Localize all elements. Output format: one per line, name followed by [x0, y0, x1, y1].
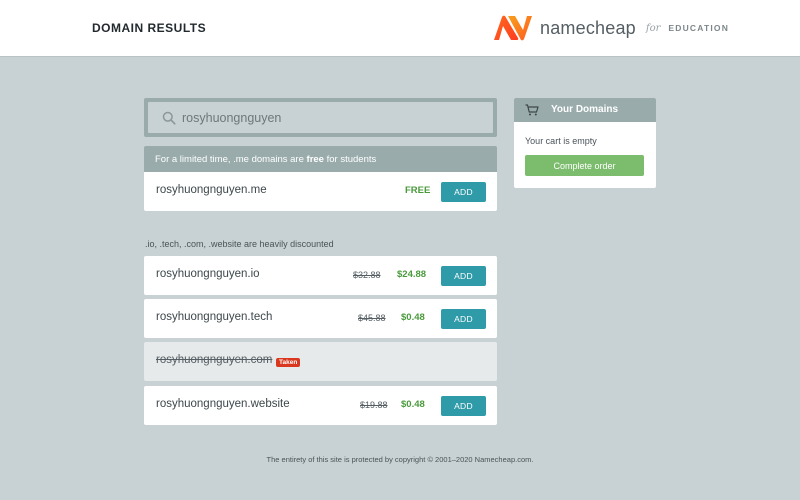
domain-name: rosyhuongnguyen.tech — [156, 311, 273, 323]
cart-panel: Your Domains Your cart is empty Complete… — [514, 98, 656, 188]
cart-title: Your Domains — [551, 104, 619, 115]
promo-text-suffix: for students — [323, 154, 377, 165]
domain-new-price: $24.88 — [397, 269, 427, 280]
brand-name: namecheap — [540, 17, 636, 38]
footer-copyright: The entirety of this site is protected b… — [266, 455, 534, 464]
domain-old-price: $45.88 — [358, 313, 386, 323]
add-domain-button[interactable]: ADD — [441, 266, 486, 286]
complete-order-button[interactable]: Complete order — [525, 155, 644, 176]
domain-name: rosyhuongnguyen.website — [156, 398, 290, 410]
promo-text-prefix: For a limited time, .me domains are — [155, 154, 307, 165]
domain-row-website: rosyhuongnguyen.website $19.88 $0.48 ADD — [144, 386, 497, 425]
domain-new-price: $0.48 — [401, 399, 425, 410]
search-box — [144, 98, 497, 137]
domain-row-io: rosyhuongnguyen.io $32.88 $24.88 ADD — [144, 256, 497, 295]
brand-education: EDUCATION — [668, 23, 730, 33]
search-icon — [162, 111, 176, 125]
add-domain-button[interactable]: ADD — [441, 182, 486, 202]
domain-old-price: $32.88 — [353, 270, 381, 280]
domain-new-price: $0.48 — [401, 312, 425, 323]
cart-header: Your Domains — [514, 98, 656, 122]
domain-price-free: FREE — [405, 185, 431, 196]
domain-search-input[interactable] — [182, 102, 482, 133]
page-title: DOMAIN RESULTS — [92, 21, 207, 35]
namecheap-logo-icon — [494, 15, 532, 41]
add-domain-button[interactable]: ADD — [441, 309, 486, 329]
brand-for: for — [645, 22, 661, 34]
domain-row-tech: rosyhuongnguyen.tech $45.88 $0.48 ADD — [144, 299, 497, 338]
namecheap-logo[interactable]: namecheap for EDUCATION — [492, 14, 729, 42]
add-domain-button[interactable]: ADD — [441, 396, 486, 416]
domain-name: rosyhuongnguyen.me — [156, 184, 267, 196]
search-field-wrapper — [148, 102, 493, 133]
top-header: DOMAIN RESULTS namecheap for EDUCATION — [0, 0, 800, 57]
discount-note: .io, .tech, .com, .website are heavily d… — [145, 239, 334, 249]
domain-old-price: $19.88 — [360, 400, 388, 410]
cart-icon — [525, 104, 539, 116]
domain-row-me: rosyhuongnguyen.me FREE ADD — [144, 172, 497, 211]
taken-badge: Taken — [276, 358, 301, 367]
domain-name: rosyhuongnguyen.com — [156, 354, 273, 366]
promo-text-bold: free — [306, 154, 324, 165]
domain-row-com: rosyhuongnguyen.com Taken — [144, 342, 497, 381]
cart-empty-text: Your cart is empty — [525, 136, 597, 146]
promo-banner: For a limited time, .me domains are free… — [144, 146, 497, 172]
domain-name: rosyhuongnguyen.io — [156, 268, 260, 280]
